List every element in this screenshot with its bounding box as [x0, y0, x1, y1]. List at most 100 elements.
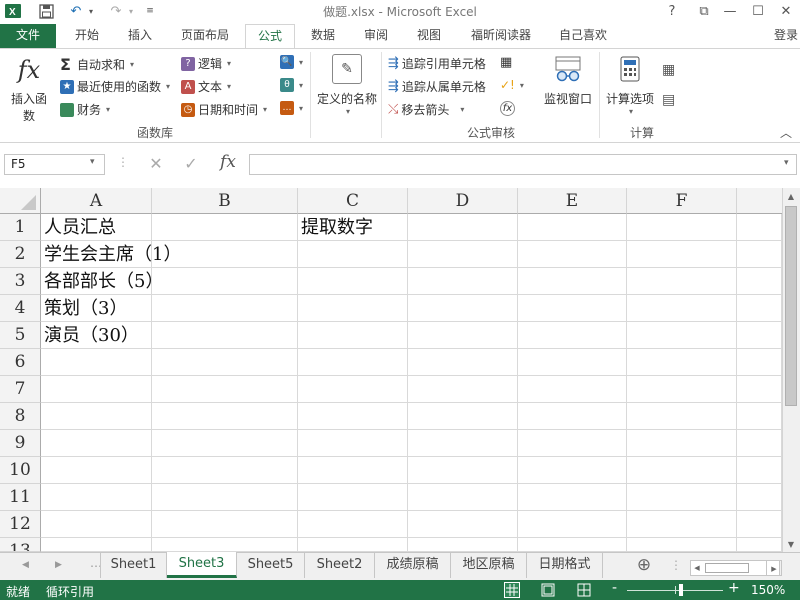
- column-header-f[interactable]: F: [627, 188, 737, 214]
- remove-arrows-button[interactable]: ⤯ 移去箭头 ▾: [388, 101, 464, 118]
- cell-c1[interactable]: 提取数字: [298, 214, 408, 241]
- scroll-thumb[interactable]: [785, 206, 797, 406]
- grid-cell[interactable]: [627, 511, 737, 538]
- row-header-11[interactable]: 11: [0, 484, 41, 511]
- scroll-down-icon[interactable]: ▼: [784, 538, 798, 552]
- grid-cell[interactable]: [737, 403, 782, 430]
- grid-cell[interactable]: [737, 295, 782, 322]
- row-header-2[interactable]: 2: [0, 241, 41, 268]
- grid-cell[interactable]: [627, 214, 737, 241]
- more-functions-button[interactable]: … ▾: [280, 101, 303, 115]
- sheet-tab[interactable]: Sheet5: [237, 553, 305, 578]
- grid-cell[interactable]: [298, 430, 408, 457]
- sheet-tab[interactable]: 日期格式: [527, 553, 603, 578]
- sheet-tab[interactable]: Sheet1: [100, 553, 167, 578]
- tab-formulas[interactable]: 公式: [245, 24, 295, 49]
- tab-data[interactable]: 数据: [299, 24, 347, 48]
- grid-cell[interactable]: [298, 484, 408, 511]
- zoom-out-button[interactable]: -: [612, 580, 617, 596]
- autosum-button[interactable]: Σ 自动求和 ▾: [60, 55, 134, 74]
- grid-cell[interactable]: [518, 295, 627, 322]
- tab-insert[interactable]: 插入: [116, 24, 164, 48]
- insert-function-icon[interactable]: fx: [216, 152, 240, 172]
- calculate-now-button[interactable]: ▦: [662, 62, 675, 78]
- grid-cell[interactable]: [152, 484, 298, 511]
- page-break-preview-icon[interactable]: [576, 582, 592, 598]
- signin-link[interactable]: 登录: [770, 24, 800, 48]
- name-box-dropdown-icon[interactable]: ▾: [90, 157, 95, 167]
- normal-view-icon[interactable]: [504, 582, 520, 598]
- grid-cell[interactable]: [408, 376, 518, 403]
- row-header-9[interactable]: 9: [0, 430, 41, 457]
- tab-view[interactable]: 视图: [405, 24, 453, 48]
- grid-cell[interactable]: [518, 484, 627, 511]
- grid-cell[interactable]: [627, 268, 737, 295]
- collapse-ribbon-icon[interactable]: ︿: [780, 124, 792, 141]
- tab-split-grip-icon[interactable]: ⋮: [670, 558, 682, 572]
- grid-cell[interactable]: [408, 538, 518, 552]
- row-header-13[interactable]: 13: [0, 538, 41, 552]
- grid-cell[interactable]: [737, 430, 782, 457]
- scroll-left-icon[interactable]: ◀: [691, 561, 703, 575]
- grid-cell[interactable]: [408, 403, 518, 430]
- cancel-entry-icon[interactable]: ✕: [145, 154, 167, 173]
- cell-a4[interactable]: 策划（3）: [41, 295, 241, 322]
- watch-window-button[interactable]: 监视窗口: [540, 54, 596, 118]
- row-header-3[interactable]: 3: [0, 268, 41, 295]
- grid-cell[interactable]: [408, 322, 518, 349]
- grid-cell[interactable]: [737, 457, 782, 484]
- grid-cell[interactable]: [408, 511, 518, 538]
- zoom-slider-thumb[interactable]: [679, 584, 683, 596]
- horizontal-scroll-thumb[interactable]: [705, 563, 749, 573]
- grid-cell[interactable]: [408, 484, 518, 511]
- grid-cell[interactable]: [518, 430, 627, 457]
- evaluate-formula-button[interactable]: fx: [500, 101, 515, 116]
- column-header-b[interactable]: B: [152, 188, 298, 214]
- grid-cell[interactable]: [737, 268, 782, 295]
- sheet-tab[interactable]: 成绩原稿: [375, 553, 451, 578]
- row-header-6[interactable]: 6: [0, 349, 41, 376]
- grid-cell[interactable]: [408, 457, 518, 484]
- grid-cell[interactable]: [408, 241, 518, 268]
- tab-page-layout[interactable]: 页面布局: [168, 24, 242, 48]
- grid-cell[interactable]: [152, 214, 298, 241]
- sheet-tab[interactable]: Sheet2: [305, 553, 375, 578]
- grid-cell[interactable]: [627, 457, 737, 484]
- grid-cell[interactable]: [298, 403, 408, 430]
- grid-cell[interactable]: [518, 376, 627, 403]
- sheet-tab[interactable]: 地区原稿: [451, 553, 527, 578]
- zoom-level[interactable]: 150%: [751, 583, 785, 597]
- tab-custom[interactable]: 自己喜欢: [548, 24, 618, 48]
- minimize-button[interactable]: —: [718, 2, 742, 20]
- grid-cell[interactable]: [627, 322, 737, 349]
- formula-input[interactable]: [249, 154, 797, 175]
- grid-cell[interactable]: [627, 295, 737, 322]
- tab-foxit-reader[interactable]: 福昕阅读器: [460, 24, 542, 48]
- grid-cell[interactable]: [737, 484, 782, 511]
- grid-cell[interactable]: [41, 457, 152, 484]
- grid-cell[interactable]: [298, 295, 408, 322]
- grid-cell[interactable]: [41, 511, 152, 538]
- column-header-d[interactable]: D: [408, 188, 518, 214]
- row-header-7[interactable]: 7: [0, 376, 41, 403]
- help-button[interactable]: ?: [662, 2, 682, 20]
- grid-cell[interactable]: [737, 511, 782, 538]
- grid-cell[interactable]: [298, 511, 408, 538]
- zoom-in-button[interactable]: +: [728, 580, 740, 596]
- scroll-up-icon[interactable]: ▲: [784, 190, 798, 204]
- grid-cell[interactable]: [152, 511, 298, 538]
- grid-cell[interactable]: [737, 349, 782, 376]
- grid-cell[interactable]: [152, 538, 298, 552]
- grid-cell[interactable]: [408, 430, 518, 457]
- grid-cell[interactable]: [408, 214, 518, 241]
- grid-cell[interactable]: [41, 538, 152, 552]
- grid-cell[interactable]: [737, 241, 782, 268]
- cell-a5[interactable]: 演员（30）: [41, 322, 241, 349]
- column-header-g-partial[interactable]: [737, 188, 782, 214]
- scroll-right-icon[interactable]: ▶: [766, 560, 782, 576]
- grid-cell[interactable]: [627, 241, 737, 268]
- grid-cell[interactable]: [41, 430, 152, 457]
- page-layout-view-icon[interactable]: [540, 582, 556, 598]
- row-header-8[interactable]: 8: [0, 403, 41, 430]
- prev-sheet-icon[interactable]: ◀: [22, 560, 29, 570]
